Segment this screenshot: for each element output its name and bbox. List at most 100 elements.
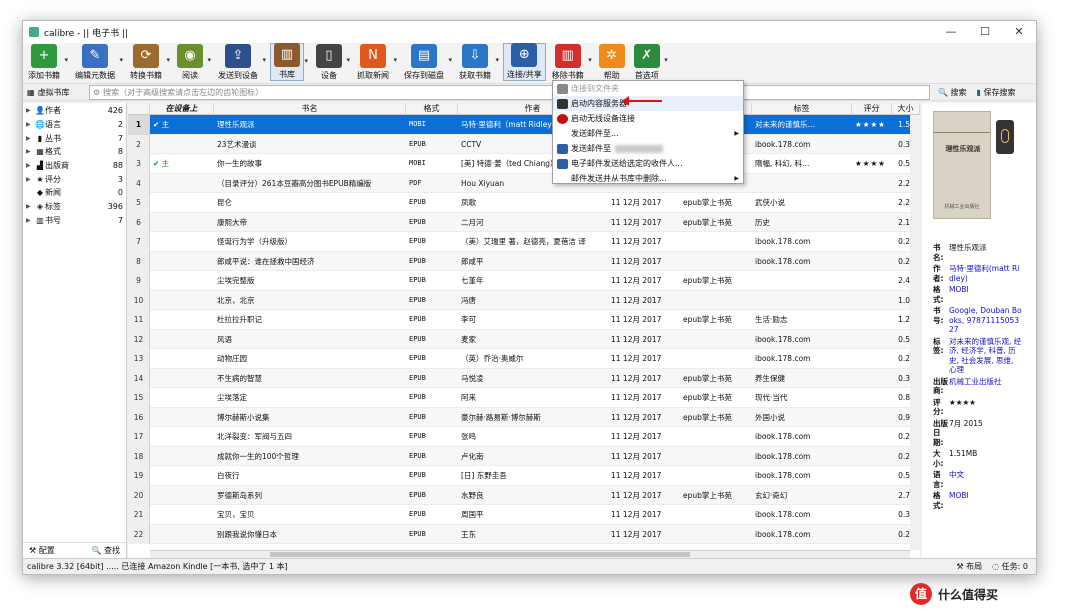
expand-arrow-icon[interactable]: ▶: [26, 176, 35, 183]
virtual-library-button[interactable]: ▦ 虚拟书库: [23, 87, 89, 98]
tag-browser-item[interactable]: ▶ ★ 评分 3: [23, 172, 126, 186]
tag-browser-item[interactable]: ◆ 新闻 0: [23, 186, 126, 200]
tag-browser-item[interactable]: ▶ 👤 作者 426: [23, 104, 126, 118]
toolbar-button-11[interactable]: ▥ 移除书籍 ▾: [549, 43, 592, 81]
toolbar-button-9[interactable]: ⇩ 获取书籍 ▾: [456, 43, 499, 81]
detail-value[interactable]: MOBI: [949, 491, 1023, 510]
save-search-button[interactable]: ▮ 保存搜索: [977, 87, 1016, 98]
dropdown-arrow-icon[interactable]: ▾: [588, 56, 592, 64]
horizontal-scrollbar[interactable]: [150, 550, 910, 558]
side-floating-button[interactable]: [996, 120, 1014, 154]
column-header[interactable]: 格式: [406, 103, 458, 115]
table-row[interactable]: 5 昆仑 EPUB 凤歌 11 12月 2017 epub掌上书苑 武侠小说 2.2: [128, 193, 920, 213]
tag-browser-item[interactable]: ▶ ◈ 标签 396: [23, 200, 126, 214]
table-row[interactable]: 18 成就你一生的100个哲理 EPUB 卢化南 11 12月 2017 ibook.17…: [128, 446, 920, 466]
search-input[interactable]: ⚙ 搜索（对于高级搜索请点击左边的齿轮图标）: [89, 84, 930, 100]
table-row[interactable]: 20 罗德斯岛系列 EPUB 水野良 11 12月 2017 epub掌上书苑 玄幻·奇幻 2…: [128, 485, 920, 505]
tag-browser-item[interactable]: ▶ ▮ 丛书 7: [23, 131, 126, 145]
expand-arrow-icon[interactable]: ▶: [26, 217, 35, 224]
column-header[interactable]: 大小（M: [892, 103, 920, 125]
expand-arrow-icon[interactable]: ▶: [26, 203, 35, 210]
table-row[interactable]: 1 ✔ 主理性乐观派 MOBI 马特·里德利（matt Ridley） 对未来的谨慎乐……: [128, 115, 920, 135]
jobs-indicator[interactable]: ◌ 任务: 0: [992, 561, 1028, 572]
table-row[interactable]: 8 郎咸平说：谁在拯救中国经济 EPUB 郎咸平 11 12月 2017 ibook.17…: [128, 251, 920, 271]
dropdown-arrow-icon[interactable]: ▾: [262, 56, 266, 64]
find-button[interactable]: 🔍 查找: [91, 545, 120, 556]
toolbar-button-7[interactable]: N 抓取新闻 ▾: [354, 43, 397, 81]
book-cover[interactable]: 理性乐观派 机械工业出版社: [933, 111, 991, 219]
table-row[interactable]: 16 博尔赫斯小说集 EPUB 豪尔赫·路易斯·博尔赫斯 11 12月 2017 epub…: [128, 407, 920, 427]
minimize-button[interactable]: —: [934, 21, 968, 43]
toolbar-button-2[interactable]: ⟳ 转换书籍 ▾: [127, 43, 170, 81]
table-row[interactable]: 3 ✔ 主你一生的故事 MOBI [美] 特德·姜（ted Chiang） 隋幅, 科幻…: [128, 154, 920, 174]
menu-item[interactable]: 启动内容服务器: [553, 96, 743, 111]
toolbar-button-1[interactable]: ✎ 编辑元数据 ▾: [72, 43, 123, 81]
dropdown-arrow-icon[interactable]: ▾: [393, 56, 397, 64]
column-header[interactable]: 在设备上: [150, 103, 214, 115]
close-button[interactable]: ✕: [1002, 21, 1036, 43]
table-row[interactable]: 15 尘埃落定 EPUB 阿来 11 12月 2017 epub掌上书苑 现代·当代 0.8: [128, 388, 920, 408]
expand-arrow-icon[interactable]: ▶: [26, 135, 35, 142]
table-row[interactable]: 7 怪诞行为学（升级版） EPUB （美）艾瑞里 著，赵德亮，夏蓓洁 译 11 12月 …: [128, 232, 920, 252]
scrollbar-thumb[interactable]: [270, 552, 690, 557]
layout-button[interactable]: ⚒ 布局: [956, 561, 982, 572]
expand-arrow-icon[interactable]: ▶: [26, 121, 35, 128]
table-row[interactable]: 22 别跟我说你懂日本 EPUB 王东 11 12月 2017 ibook.178.com…: [128, 524, 920, 544]
table-row[interactable]: 11 杜拉拉升职记 EPUB 李可 11 12月 2017 epub掌上书苑 生活·励志 1.…: [128, 310, 920, 330]
toolbar-button-8[interactable]: ▤ 保存到磁盘 ▾: [401, 43, 452, 81]
table-row[interactable]: 2 23艺术漫谈 EPUB CCTV ibook.178.com 0.3: [128, 134, 920, 154]
table-row[interactable]: 6 康熙大帝 EPUB 二月河 11 12月 2017 epub掌上书苑 历史 2.1: [128, 212, 920, 232]
toolbar-button-6[interactable]: ▯ 设备 ▾: [313, 43, 350, 81]
toolbar-button-3[interactable]: ◉ 阅读 ▾: [174, 43, 211, 81]
table-row[interactable]: 10 北京，北京 EPUB 冯唐 11 12月 2017 1.0: [128, 290, 920, 310]
configure-button[interactable]: ⚒ 配置: [29, 545, 55, 556]
gear-icon[interactable]: ⚙: [93, 88, 100, 97]
toolbar-button-4[interactable]: ⇪ 发送到设备 ▾: [215, 43, 266, 81]
dropdown-arrow-icon[interactable]: ▾: [448, 56, 452, 64]
vertical-scrollbar[interactable]: [910, 115, 920, 550]
menu-item[interactable]: 启动无线设备连接: [553, 111, 743, 126]
detail-value[interactable]: 中文: [949, 470, 1023, 489]
table-row[interactable]: 21 宝贝，宝贝 EPUB 周国平 11 12月 2017 ibook.178.com 0.…: [128, 505, 920, 525]
tag-browser-item[interactable]: ▶ ▟ 出版商 88: [23, 159, 126, 173]
column-header[interactable]: 评分: [852, 103, 892, 115]
column-header[interactable]: 书名: [214, 103, 406, 115]
menu-item[interactable]: 电子邮件发送给选定的收件人...: [553, 156, 743, 171]
tag-browser-item[interactable]: ▶ 🌐 语言 2: [23, 118, 126, 132]
menu-item[interactable]: 发送邮件至: [553, 141, 743, 156]
detail-value[interactable]: Google, Douban Books, 9787111505327: [949, 306, 1023, 335]
table-row[interactable]: 19 白夜行 EPUB [日] 东野圭吾 11 12月 2017 ibook.178.co…: [128, 466, 920, 486]
expand-arrow-icon[interactable]: ▶: [26, 162, 35, 169]
column-header[interactable]: [128, 103, 150, 115]
tag-browser-item[interactable]: ▶ ▥ 书号 7: [23, 214, 126, 228]
dropdown-arrow-icon[interactable]: ▾: [166, 56, 170, 64]
dropdown-arrow-icon[interactable]: ▾: [346, 56, 350, 64]
table-row[interactable]: 12 风语 EPUB 麦家 11 12月 2017 ibook.178.com 0.5: [128, 329, 920, 349]
toolbar-button-10[interactable]: ⊕ 连接/共享: [503, 43, 546, 81]
tag-browser-item[interactable]: ▶ ▦ 格式 8: [23, 145, 126, 159]
expand-arrow-icon[interactable]: ▶: [26, 148, 35, 155]
detail-value[interactable]: 对未来的谨慎乐观, 经济, 经济学, 科普, 历史, 社会发展, 思维, 心理: [949, 337, 1023, 375]
menu-item[interactable]: 发送邮件至... ▶: [553, 126, 743, 141]
search-button[interactable]: 🔍 搜索: [938, 87, 967, 98]
dropdown-arrow-icon[interactable]: ▾: [495, 56, 499, 64]
dropdown-arrow-icon[interactable]: ▾: [64, 56, 68, 64]
dropdown-arrow-icon[interactable]: ▾: [207, 56, 211, 64]
detail-value[interactable]: 马特·里德利(matt Ridley): [949, 264, 1023, 283]
toolbar-button-12[interactable]: ✲ 帮助: [596, 43, 628, 81]
table-row[interactable]: 9 尘埃完整版 EPUB 七堇年 11 12月 2017 epub掌上书苑 2.4: [128, 271, 920, 291]
toolbar-button-0[interactable]: + 添加书籍 ▾: [25, 43, 68, 81]
dropdown-arrow-icon[interactable]: ▾: [304, 57, 308, 65]
menu-item[interactable]: 邮件发送并从书库中删除... ▶: [553, 171, 743, 186]
dropdown-arrow-icon[interactable]: ▾: [664, 56, 668, 64]
toolbar-button-5[interactable]: ▥ 书库 ▾: [270, 43, 308, 81]
maximize-button[interactable]: ☐: [968, 21, 1002, 43]
toolbar-button-13[interactable]: ✗ 首选项 ▾: [631, 43, 668, 81]
table-row[interactable]: 14 不生病的智慧 EPUB 马悦凌 11 12月 2017 epub掌上书苑 养生保健 0.…: [128, 368, 920, 388]
detail-value[interactable]: MOBI: [949, 285, 1023, 304]
table-row[interactable]: 17 北洋裂变：军阀与五四 EPUB 张鸣 11 12月 2017 ibook.178.c…: [128, 427, 920, 447]
dropdown-arrow-icon[interactable]: ▾: [119, 56, 123, 64]
table-row[interactable]: 4 （目录评分）261本豆瓣高分图书EPUB精编版 PDF Hou Xiyuan 2.2: [128, 173, 920, 193]
table-row[interactable]: 13 动物庄园 EPUB （英）乔治·奥威尔 11 12月 2017 ibook.178.…: [128, 349, 920, 369]
detail-value[interactable]: 机械工业出版社: [949, 377, 1023, 396]
